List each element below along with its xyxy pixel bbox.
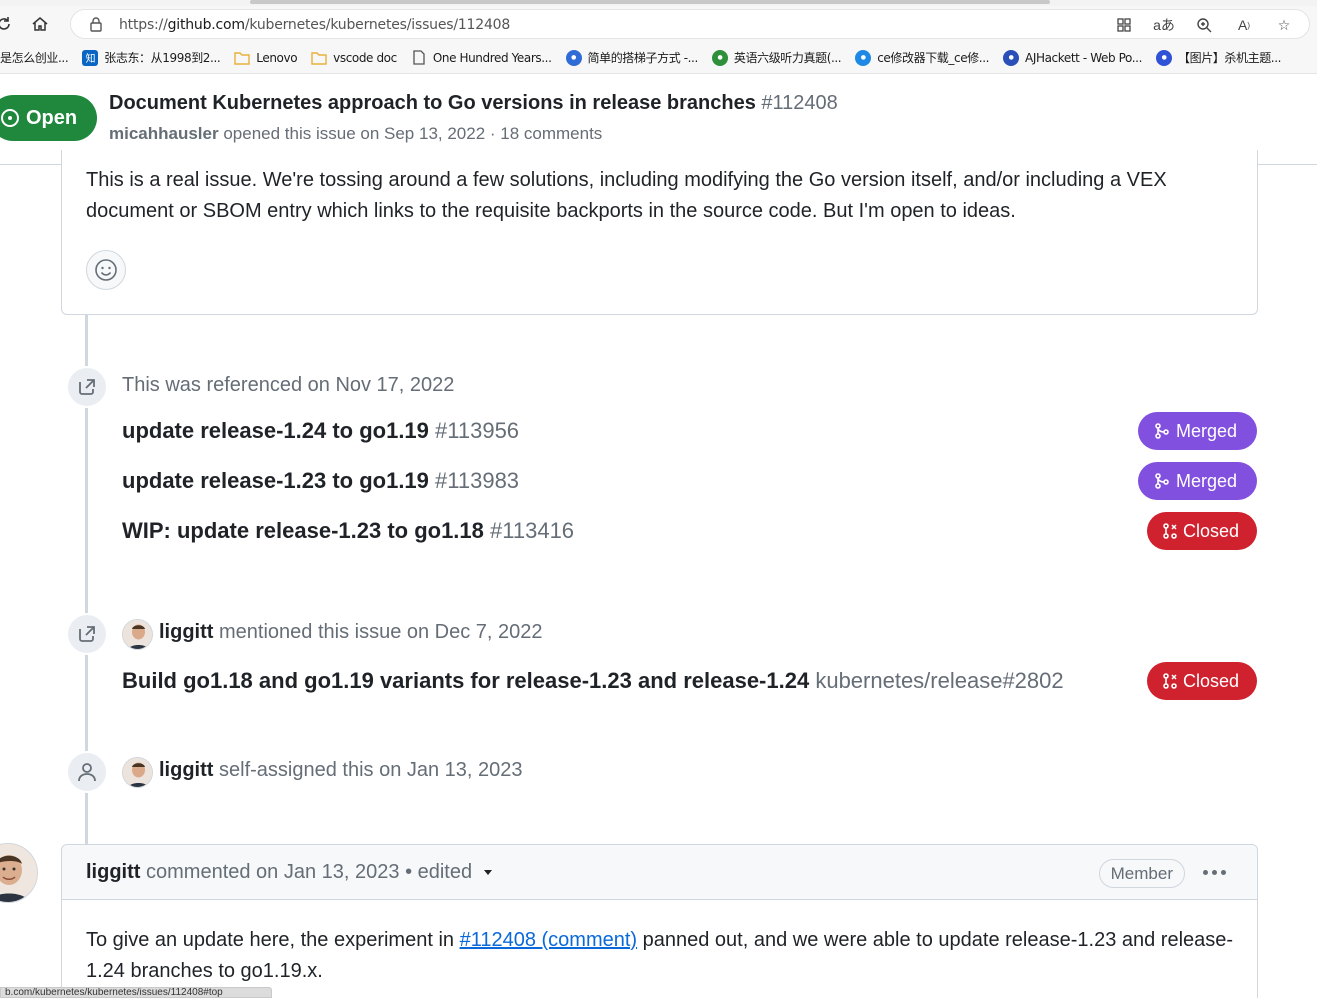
- bookmark-item[interactable]: 是怎么创业...: [0, 49, 69, 66]
- bookmark-item[interactable]: ● AJHackett - Web Po...: [1003, 49, 1142, 66]
- pr-closed-icon: [1163, 523, 1177, 539]
- ref-link-113983[interactable]: update release-1.23 to go1.19 #113983: [122, 468, 519, 494]
- bookmark-label: 【图片】杀机主题...: [1178, 51, 1282, 65]
- avatar[interactable]: [122, 757, 153, 788]
- comment-body: This is a real issue. We're tossing arou…: [86, 169, 1167, 222]
- chevron-down-icon[interactable]: [482, 866, 494, 878]
- bookmark-item[interactable]: ● 【图片】杀机主题...: [1156, 49, 1281, 66]
- globe-icon: ●: [565, 49, 582, 66]
- issue-title: Document Kubernetes approach to Go versi…: [109, 92, 838, 114]
- home-icon[interactable]: [26, 10, 54, 38]
- bookmark-label: AJHackett - Web Po...: [1025, 50, 1142, 65]
- closed-badge: Closed: [1147, 662, 1257, 700]
- more-options-icon[interactable]: [1199, 857, 1229, 887]
- comment-box: liggitt commented on Jan 13, 2023 • edit…: [61, 844, 1258, 998]
- assigned-event-text: liggitt self-assigned this on Jan 13, 20…: [159, 759, 523, 781]
- comment-header: liggitt commented on Jan 13, 2023 • edit…: [62, 845, 1257, 900]
- lock-icon[interactable]: [89, 16, 103, 37]
- bookmark-item[interactable]: 知张志东：从1998到2...: [82, 49, 221, 66]
- cross-reference-icon: [66, 366, 108, 408]
- site-icon: ●: [855, 49, 872, 66]
- pr-closed-icon: [1163, 673, 1177, 689]
- closed-badge: Closed: [1147, 512, 1257, 550]
- avatar[interactable]: [0, 843, 38, 903]
- read-aloud-icon[interactable]: A): [1233, 14, 1255, 36]
- bookmark-label: One Hundred Years...: [432, 50, 552, 65]
- referenced-event-text: This was referenced on Nov 17, 2022: [122, 374, 455, 396]
- refresh-icon[interactable]: [0, 10, 18, 38]
- person-icon: [66, 751, 108, 793]
- issue-state-badge: Open: [0, 95, 97, 141]
- merge-icon: [1155, 423, 1169, 439]
- merged-badge: Merged: [1138, 412, 1257, 450]
- user-link[interactable]: liggitt: [159, 621, 213, 643]
- comment-timestamp[interactable]: commented on Jan 13, 2023 • edited: [146, 861, 472, 883]
- comment-body: To give an update here, the experiment i…: [86, 929, 1234, 982]
- bookmark-item[interactable]: Lenovo: [234, 50, 298, 66]
- bookmark-item[interactable]: One Hundred Years...: [411, 50, 552, 66]
- zhihu-icon: 知: [82, 49, 99, 66]
- issue-author-link[interactable]: micahhausler: [109, 124, 219, 143]
- site-icon: ●: [1003, 49, 1020, 66]
- smiley-icon: [95, 259, 117, 281]
- user-link[interactable]: liggitt: [159, 759, 213, 781]
- merge-icon: [1155, 473, 1169, 489]
- bookmark-item[interactable]: ● 英语六级听力真题(...: [711, 49, 842, 66]
- folder-icon: [311, 50, 327, 66]
- bookmark-label: 张志东：从1998到2...: [104, 51, 221, 65]
- bookmark-item[interactable]: ● 简单的搭梯子方式 -...: [565, 49, 699, 66]
- status-bar-url: b.com/kubernetes/kubernetes/issues/11240…: [0, 987, 272, 998]
- comment-link[interactable]: #112408 (comment): [460, 929, 638, 951]
- url-text[interactable]: https://github.com/kubernetes/kubernetes…: [119, 17, 510, 33]
- issue-open-icon: [1, 109, 19, 127]
- apps-icon[interactable]: [1113, 14, 1135, 36]
- paw-icon: ●: [1156, 49, 1172, 66]
- favorite-icon[interactable]: ☆: [1273, 14, 1295, 36]
- mentioned-event-text: liggitt mentioned this issue on Dec 7, 2…: [159, 621, 543, 643]
- url-field[interactable]: https://github.com/kubernetes/kubernetes…: [70, 9, 1310, 39]
- document-icon: [411, 50, 427, 66]
- comment-meta: liggitt commented on Jan 13, 2023 • edit…: [86, 861, 494, 884]
- comment-box: This is a real issue. We're tossing arou…: [61, 150, 1258, 315]
- issue-number: #112408: [761, 92, 838, 114]
- merged-badge: Merged: [1138, 462, 1257, 500]
- ref-link-release-2802[interactable]: Build go1.18 and go1.19 variants for rel…: [122, 668, 1064, 694]
- bookmark-label: 英语六级听力真题(...: [733, 51, 842, 65]
- cross-reference-icon: [66, 613, 108, 655]
- leaf-icon: ●: [711, 49, 728, 66]
- bookmark-label: Lenovo: [256, 50, 298, 65]
- bookmarks-bar: 是怎么创业... 知张志东：从1998到2... Lenovo vscode doc O…: [0, 42, 1317, 74]
- ref-link-113416[interactable]: WIP: update release-1.23 to go1.18 #1134…: [122, 518, 574, 544]
- issue-meta: micahhausler opened this issue on Sep 13…: [109, 124, 603, 143]
- tab-strip-scroll: [250, 0, 1050, 4]
- bookmark-label: ce修改器下载_ce修...: [877, 51, 990, 65]
- add-reaction-button[interactable]: [86, 250, 126, 290]
- bookmark-label: vscode doc: [333, 50, 397, 65]
- bookmark-label: 简单的搭梯子方式 -...: [587, 51, 699, 65]
- issue-state-label: Open: [26, 106, 78, 129]
- folder-icon: [234, 50, 250, 66]
- address-bar-row: https://github.com/kubernetes/kubernetes…: [0, 6, 1317, 42]
- translate-icon[interactable]: aあ: [1153, 14, 1175, 36]
- bookmark-item[interactable]: ● ce修改器下载_ce修...: [855, 49, 989, 66]
- avatar[interactable]: [122, 619, 153, 650]
- comment-author-link[interactable]: liggitt: [86, 861, 140, 883]
- member-badge: Member: [1098, 859, 1185, 888]
- ref-link-113956[interactable]: update release-1.24 to go1.19 #113956: [122, 418, 519, 444]
- zoom-icon[interactable]: [1193, 14, 1215, 36]
- bookmark-item[interactable]: vscode doc: [311, 50, 397, 66]
- bookmark-label: 是怎么创业...: [0, 51, 69, 65]
